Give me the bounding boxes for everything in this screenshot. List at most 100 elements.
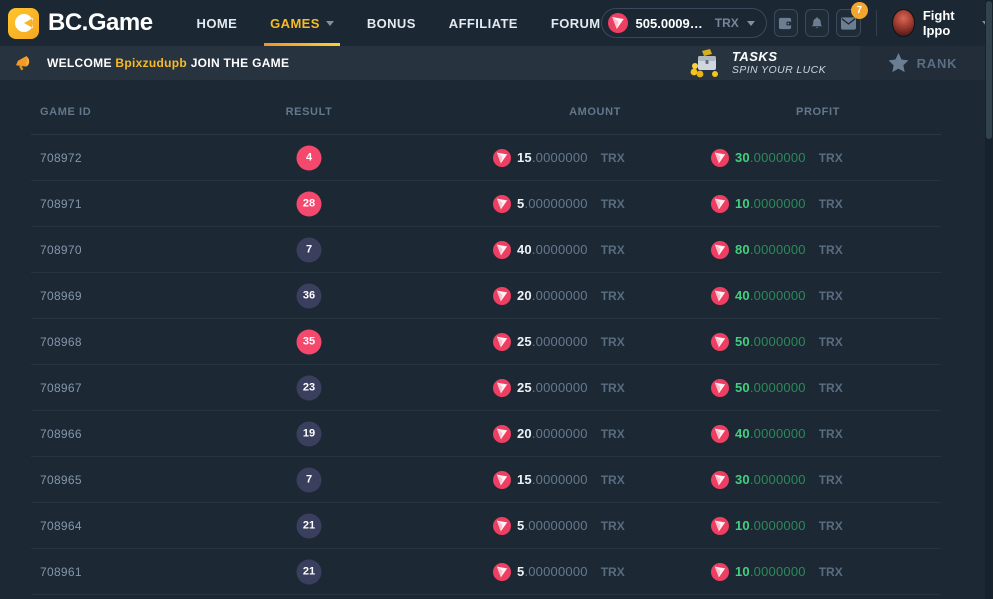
trx-coin-icon — [711, 241, 729, 259]
trx-coin-icon — [493, 333, 511, 351]
amount-cell: 5.00000000 TRX — [493, 517, 625, 535]
welcome-username: Bpixzudupb — [115, 56, 187, 70]
user-menu[interactable]: Fight Ippo — [892, 8, 991, 38]
trx-coin-icon — [493, 563, 511, 581]
user-name: Fight Ippo — [923, 8, 974, 38]
game-id: 708969 — [40, 289, 82, 303]
result-badge: 7 — [297, 237, 322, 262]
currency-label: TRX — [819, 473, 843, 487]
currency-label: TRX — [601, 565, 625, 579]
trx-coin-icon — [711, 563, 729, 581]
amount-cell: 20.0000000 TRX — [493, 287, 625, 305]
mail-badge: 7 — [851, 2, 868, 19]
amount-cell: 25.0000000 TRX — [493, 333, 625, 351]
trx-coin-icon — [493, 195, 511, 213]
game-id: 708966 — [40, 427, 82, 441]
table-row[interactable]: 708970 7 40.0000000 TRX 80.000000 — [31, 227, 941, 273]
result-badge: 7 — [297, 467, 322, 492]
profit-cell: 10.0000000 TRX — [711, 195, 843, 213]
currency-label: TRX — [819, 427, 843, 441]
result-badge: 36 — [297, 283, 322, 308]
currency-label: TRX — [819, 519, 843, 533]
result-badge: 28 — [297, 191, 322, 216]
table-row[interactable]: 708972 4 15.0000000 TRX 30.000000 — [31, 135, 941, 181]
header-right: 505.0009… TRX 7 — [601, 8, 993, 38]
currency-label: TRX — [601, 519, 625, 533]
table-row[interactable]: 708971 28 5.00000000 TRX 10.00000 — [31, 181, 941, 227]
page-scrollbar[interactable] — [985, 0, 993, 599]
balance-selector[interactable]: 505.0009… TRX — [601, 8, 767, 38]
trx-coin-icon — [711, 149, 729, 167]
nav-item-forum[interactable]: FORUM — [551, 0, 601, 46]
welcome-banner: WELCOME Bpixzudupb JOIN THE GAME TASKS S… — [0, 46, 993, 80]
game-id: 708965 — [40, 473, 82, 487]
nav-item-bonus[interactable]: BONUS — [367, 0, 416, 46]
chevron-down-icon — [747, 21, 755, 26]
welcome-prefix: WELCOME — [47, 56, 112, 70]
nav-item-affiliate[interactable]: AFFILIATE — [449, 0, 518, 46]
trx-coin-icon — [493, 517, 511, 535]
trx-coin-icon — [711, 379, 729, 397]
column-amount: AMOUNT — [569, 106, 621, 118]
table-header: GAME ID RESULT AMOUNT PROFIT — [31, 90, 941, 135]
currency-label: TRX — [819, 243, 843, 257]
table-body: 708972 4 15.0000000 TRX 30.000000 — [31, 135, 941, 595]
trx-coin-icon — [711, 425, 729, 443]
amount-cell: 15.0000000 TRX — [493, 149, 625, 167]
game-id: 708971 — [40, 197, 82, 211]
table-row[interactable]: 708966 19 20.0000000 TRX 40.00000 — [31, 411, 941, 457]
profit-cell: 30.0000000 TRX — [711, 149, 843, 167]
amount-cell: 20.0000000 TRX — [493, 425, 625, 443]
trx-coin-icon — [608, 13, 628, 33]
currency-label: TRX — [819, 289, 843, 303]
table-row[interactable]: 708965 7 15.0000000 TRX 30.000000 — [31, 457, 941, 503]
megaphone-icon — [13, 53, 34, 74]
balance-currency: TRX — [715, 16, 739, 30]
welcome-message: WELCOME Bpixzudupb JOIN THE GAME — [0, 54, 289, 73]
trx-coin-icon — [493, 471, 511, 489]
amount-cell: 5.00000000 TRX — [493, 195, 625, 213]
notifications-button[interactable] — [805, 9, 829, 37]
profit-cell: 10.0000000 TRX — [711, 517, 843, 535]
welcome-suffix: JOIN THE GAME — [191, 56, 290, 70]
messages-button[interactable]: 7 — [836, 9, 860, 37]
table-row[interactable]: 708969 36 20.0000000 TRX 40.00000 — [31, 273, 941, 319]
nav-item-games[interactable]: GAMES — [270, 0, 334, 46]
trx-coin-icon — [711, 195, 729, 213]
result-badge: 23 — [297, 375, 322, 400]
logo[interactable]: BC.Game — [8, 8, 153, 39]
rank-link[interactable]: RANK — [860, 46, 985, 80]
profit-cell: 40.0000000 TRX — [711, 287, 843, 305]
wallet-button[interactable] — [774, 9, 798, 37]
game-id: 708967 — [40, 381, 82, 395]
column-game-id: GAME ID — [40, 106, 91, 118]
trx-coin-icon — [711, 333, 729, 351]
nav-item-home[interactable]: HOME — [197, 0, 238, 46]
game-id: 708961 — [40, 565, 82, 579]
table-row[interactable]: 708967 23 25.0000000 TRX 50.00000 — [31, 365, 941, 411]
profit-cell: 50.0000000 TRX — [711, 379, 843, 397]
bell-icon — [810, 16, 824, 31]
currency-label: TRX — [601, 473, 625, 487]
table-row[interactable]: 708968 35 25.0000000 TRX 50.00000 — [31, 319, 941, 365]
profit-cell: 50.0000000 TRX — [711, 333, 843, 351]
main-nav: HOME GAMES BONUS AFFILIATE FORUM — [197, 0, 601, 46]
amount-cell: 15.0000000 TRX — [493, 471, 625, 489]
currency-label: TRX — [601, 289, 625, 303]
balance-value: 505.0009… — [636, 16, 703, 31]
trx-coin-icon — [493, 149, 511, 167]
currency-label: TRX — [601, 427, 625, 441]
top-nav: BC.Game HOME GAMES BONUS AFFILIATE FORUM — [0, 0, 993, 46]
chevron-down-icon — [326, 21, 334, 26]
table-row[interactable]: 708961 21 5.00000000 TRX 10.00000 — [31, 549, 941, 595]
profit-cell: 10.0000000 TRX — [711, 563, 843, 581]
currency-label: TRX — [601, 197, 625, 211]
table-row[interactable]: 708964 21 5.00000000 TRX 10.00000 — [31, 503, 941, 549]
tasks-link[interactable]: TASKS SPIN YOUR LUCK — [688, 48, 826, 78]
bets-table: GAME ID RESULT AMOUNT PROFIT 708972 4 15… — [31, 90, 941, 595]
result-badge: 21 — [297, 513, 322, 538]
currency-label: TRX — [819, 335, 843, 349]
profit-cell: 40.0000000 TRX — [711, 425, 843, 443]
profit-cell: 80.0000000 TRX — [711, 241, 843, 259]
scrollbar-thumb[interactable] — [986, 1, 992, 139]
